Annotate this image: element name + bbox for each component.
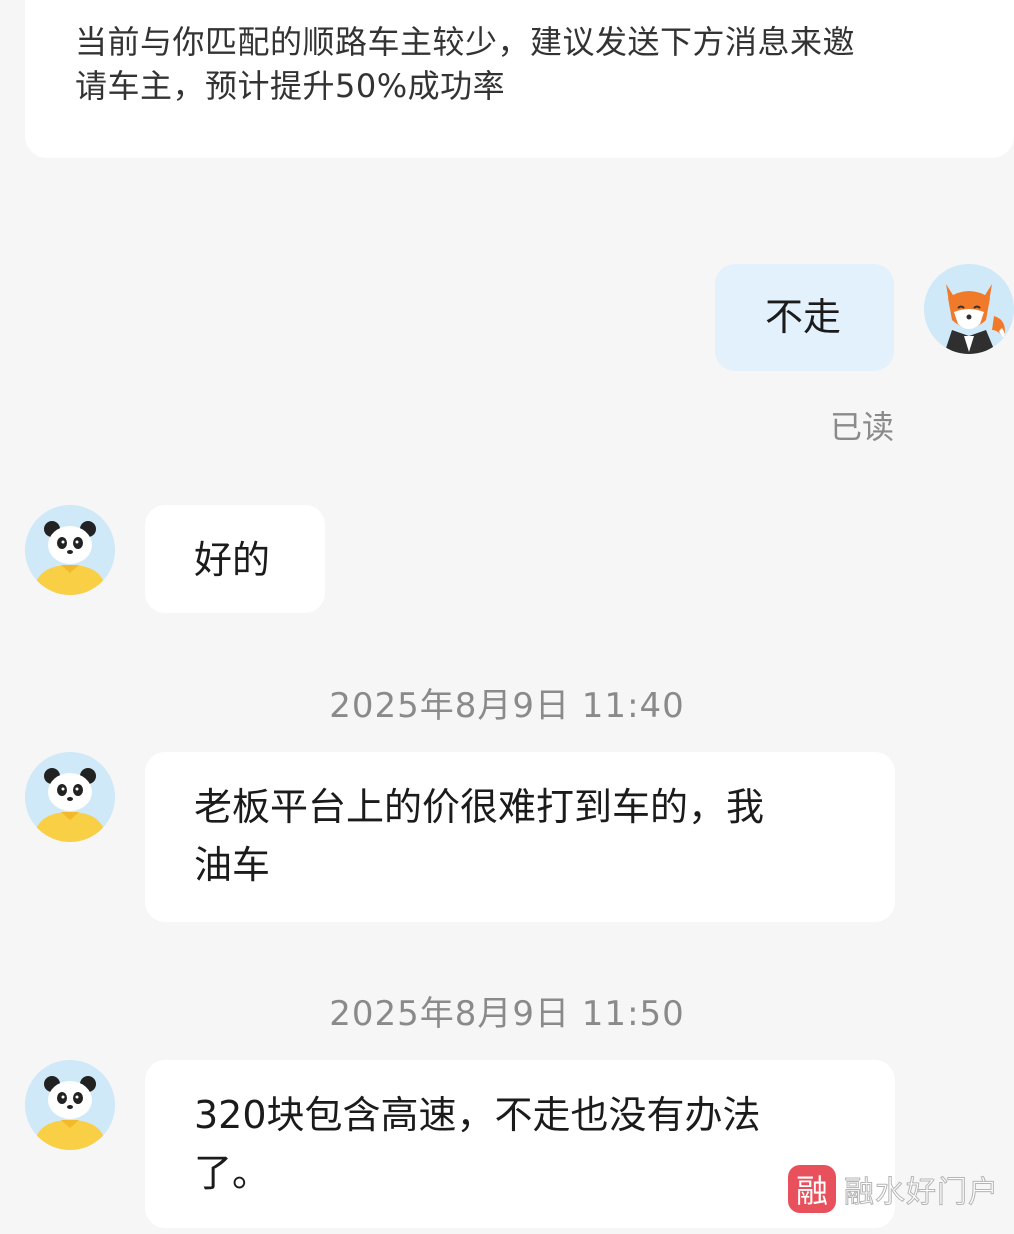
incoming-message-bubble[interactable]: 320块包含高速，不走也没有办法 了。 [145,1060,895,1228]
fox-avatar-icon[interactable] [924,264,1014,354]
panda-avatar-icon[interactable] [25,1060,115,1150]
system-notice-line-2: 请车主，预计提升50%成功率 [75,67,506,105]
incoming-message-bubble[interactable]: 好的 [145,505,325,613]
incoming-message-bubble[interactable]: 老板平台上的价很难打到车的，我 油车 [145,752,895,922]
outgoing-message-text: 不走 [765,295,842,339]
incoming-message-line-2: 了。 [194,1151,271,1195]
incoming-message-line-2: 油车 [194,843,271,887]
timestamp-label: 2025年8月9日 11:50 [329,994,685,1034]
watermark-logo-icon: 融 [788,1165,836,1213]
incoming-message-text: 好的 [194,538,271,582]
system-notice-card: 当前与你匹配的顺路车主较少，建议发送下方消息来邀 请车主，预计提升50%成功率 [25,0,1014,158]
panda-avatar-icon[interactable] [25,752,115,842]
read-status-label: 已读 [829,408,894,446]
outgoing-message-bubble[interactable]: 不走 [715,264,894,371]
watermark-text: 融水好门户 [844,1175,999,1211]
panda-avatar-icon[interactable] [25,505,115,595]
incoming-message-line-1: 320块包含高速，不走也没有办法 [194,1093,761,1137]
incoming-message-line-1: 老板平台上的价很难打到车的，我 [194,785,765,829]
system-notice-line-1: 当前与你匹配的顺路车主较少，建议发送下方消息来邀 [75,23,856,61]
timestamp-label: 2025年8月9日 11:40 [329,686,685,726]
watermark: 融 融水好门户 [788,1164,999,1214]
